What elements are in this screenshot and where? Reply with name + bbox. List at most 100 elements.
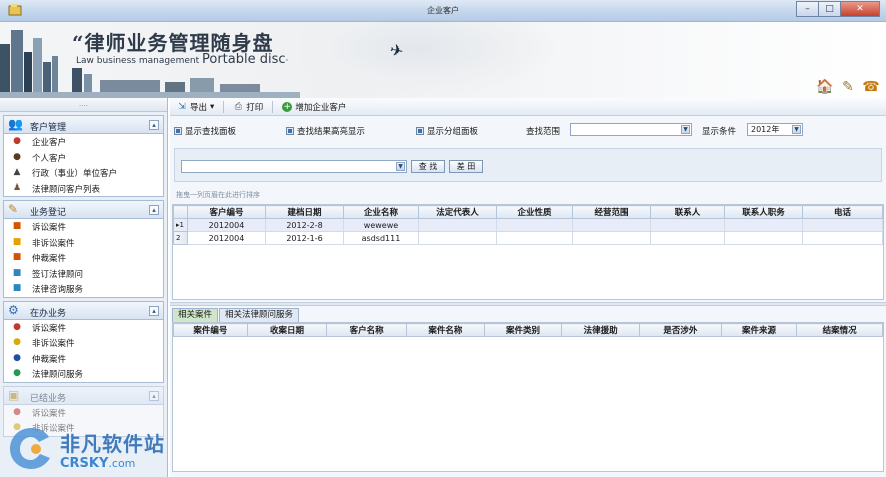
table-cell[interactable] xyxy=(572,218,651,232)
column-header[interactable]: 企业名称 xyxy=(343,205,419,219)
closed-litigation-icon: ● xyxy=(13,406,21,417)
table-cell[interactable] xyxy=(572,231,651,245)
show-group-panel-checkbox[interactable]: 显示分组面板 xyxy=(416,125,478,137)
collapse-toggle-icon[interactable]: ▴ xyxy=(149,390,159,401)
column-header[interactable]: 客户名称 xyxy=(326,323,407,337)
collapse-toggle-icon[interactable]: ▴ xyxy=(149,205,159,215)
column-header[interactable]: 客户编号 xyxy=(187,205,266,219)
group-header[interactable]: 👥 客户管理 ▴ xyxy=(4,116,163,134)
table-cell[interactable] xyxy=(724,231,803,245)
column-header[interactable]: 电话 xyxy=(802,205,883,219)
tab-related-counsel-services[interactable]: 相关法律顾问服务 xyxy=(219,308,300,322)
column-header[interactable]: 是否涉外 xyxy=(639,323,722,337)
sidebar-item-enterprise-client[interactable]: ● 企业客户 xyxy=(4,134,163,150)
enterprise-client-icon: ● xyxy=(13,136,21,146)
sidebar-item-counsel-client-list[interactable]: ♟ 法律顾问客户列表 xyxy=(4,181,163,197)
tools-icon[interactable]: ✎ xyxy=(839,78,857,96)
column-header[interactable]: 结案情况 xyxy=(796,323,883,337)
row-header[interactable]: ▸1 xyxy=(173,218,188,232)
find-button[interactable]: 查 找 xyxy=(411,160,445,173)
sidebar-item-closed-litigation[interactable]: ● 诉讼案件 xyxy=(4,405,163,421)
close-button[interactable]: ✕ xyxy=(840,1,880,17)
table-cell[interactable] xyxy=(724,218,803,232)
sidebar-item-active-arbitration[interactable]: ● 仲裁案件 xyxy=(4,351,163,367)
search-scope-select[interactable]: ▼ xyxy=(570,123,692,136)
sidebar-item-personal-client[interactable]: ● 个人客户 xyxy=(4,150,163,166)
collapse-toggle-icon[interactable]: ▴ xyxy=(149,120,159,130)
export-label: 导出 xyxy=(190,102,208,113)
table-cell[interactable]: 2012-2-8 xyxy=(265,218,344,232)
column-header[interactable]: 建档日期 xyxy=(265,205,344,219)
highlight-results-checkbox[interactable]: 查找结果高亮显示 xyxy=(286,125,365,137)
print-button[interactable]: ⎙ 打印 xyxy=(230,99,266,115)
personal-client-icon: ● xyxy=(13,151,21,162)
sidebar-item-label: 诉讼案件 xyxy=(32,223,67,233)
table-cell[interactable] xyxy=(802,231,883,245)
table-cell[interactable]: wewewe xyxy=(343,218,419,232)
table-cell[interactable]: 2012004 xyxy=(187,218,266,232)
column-header[interactable]: 法律援助 xyxy=(561,323,641,337)
chevron-down-icon[interactable]: ▼ xyxy=(396,162,405,171)
chevron-down-icon[interactable]: ▼ xyxy=(681,125,690,134)
panel-splitter[interactable] xyxy=(170,302,886,306)
world-map-graphic xyxy=(300,22,560,98)
sidebar-item-litigation[interactable]: ■ 诉讼案件 xyxy=(4,219,163,235)
column-header[interactable]: 企业性质 xyxy=(496,205,573,219)
column-header[interactable]: 案件类别 xyxy=(483,323,563,337)
collapse-toggle-icon[interactable]: ▴ xyxy=(149,305,159,316)
sidebar-item-admin-unit-client[interactable]: ▲ 行政（事业）单位客户 xyxy=(4,165,163,181)
sidebar: ‥‥ 👥 客户管理 ▴ ● 企业客户 ● 个人客户 ▲ 行政（事业）单位客户 ♟ 法律顾… xyxy=(0,98,168,477)
column-header[interactable]: 联系人职务 xyxy=(724,205,803,219)
display-condition-select[interactable]: 2012年 ▼ xyxy=(747,123,803,136)
group-header[interactable]: ⚙ 在办业务 ▴ xyxy=(4,301,163,320)
sidebar-item-active-non-litigation[interactable]: ● 非诉讼案件 xyxy=(4,335,163,351)
column-header[interactable]: 案件来源 xyxy=(720,323,798,337)
export-button[interactable]: ⇲ 导出 ▾ xyxy=(174,99,217,115)
column-header[interactable]: 经营范围 xyxy=(572,205,651,219)
tab-related-cases[interactable]: 相关案件 xyxy=(172,308,219,322)
maximize-button[interactable]: □ xyxy=(818,1,840,17)
checkbox-label: 查找结果高亮显示 xyxy=(297,127,366,137)
clients-table: 客户编号 建档日期 企业名称 法定代表人 企业性质 经营范围 联系人 联系人职务… xyxy=(173,205,883,245)
row-header[interactable]: 2 xyxy=(173,231,188,245)
clear-button[interactable]: 差 田 xyxy=(449,160,483,173)
table-cell[interactable] xyxy=(418,218,497,232)
add-enterprise-client-button[interactable]: + 增加企业客户 xyxy=(279,99,349,115)
sidebar-item-active-counsel-service[interactable]: ● 法律顾问服务 xyxy=(4,366,163,382)
home-icon[interactable]: 🏠 xyxy=(816,78,834,96)
column-header[interactable]: 收案日期 xyxy=(246,323,328,337)
exit-icon[interactable]: ☎ xyxy=(862,78,880,96)
show-search-panel-checkbox[interactable]: 显示查找面板 xyxy=(174,125,236,137)
table-cell[interactable]: 2012-1-6 xyxy=(265,231,344,245)
table-cell[interactable] xyxy=(496,218,573,232)
sidebar-item-arbitration[interactable]: ■ 仲裁案件 xyxy=(4,250,163,266)
table-cell[interactable] xyxy=(650,231,725,245)
minimize-button[interactable]: – xyxy=(796,1,818,17)
sidebar-item-consult-service[interactable]: ■ 法律咨询服务 xyxy=(4,281,163,297)
column-header[interactable]: 案件编号 xyxy=(173,323,248,337)
table-cell[interactable]: 2012004 xyxy=(187,231,266,245)
table-cell[interactable]: asdsd111 xyxy=(343,231,419,245)
chevron-down-icon[interactable]: ▼ xyxy=(792,125,801,134)
sidebar-item-label: 仲裁案件 xyxy=(32,354,67,365)
table-cell[interactable] xyxy=(418,231,497,245)
sidebar-item-non-litigation[interactable]: ■ 非诉讼案件 xyxy=(4,235,163,251)
client-list-icon: ♟ xyxy=(12,182,22,193)
column-header[interactable]: 联系人 xyxy=(650,205,725,219)
group-header[interactable]: ✎ 业务登记 ▴ xyxy=(4,201,163,219)
sidebar-collapse-bar[interactable]: ‥‥ xyxy=(0,98,167,112)
watermark-english-text: CRSKY.com xyxy=(60,456,135,471)
sidebar-item-sign-counsel[interactable]: ■ 签订法律顾问 xyxy=(4,266,163,282)
table-cell[interactable] xyxy=(496,231,573,245)
column-header[interactable]: 案件名称 xyxy=(406,323,485,337)
search-input[interactable]: ▼ xyxy=(181,160,407,173)
green-dot-icon: ● xyxy=(13,368,21,378)
group-header[interactable]: ▣ 已结业务 ▴ xyxy=(4,386,163,405)
table-row[interactable]: ▸1 2012004 2012-2-8 wewewe xyxy=(173,218,883,232)
group-title: 业务登记 xyxy=(30,208,67,218)
table-cell[interactable] xyxy=(802,218,883,232)
table-row[interactable]: 2 2012004 2012-1-6 asdsd111 xyxy=(173,231,883,245)
column-header[interactable]: 法定代表人 xyxy=(418,205,497,219)
sidebar-item-active-litigation[interactable]: ● 诉讼案件 xyxy=(4,320,163,336)
table-cell[interactable] xyxy=(650,218,725,232)
